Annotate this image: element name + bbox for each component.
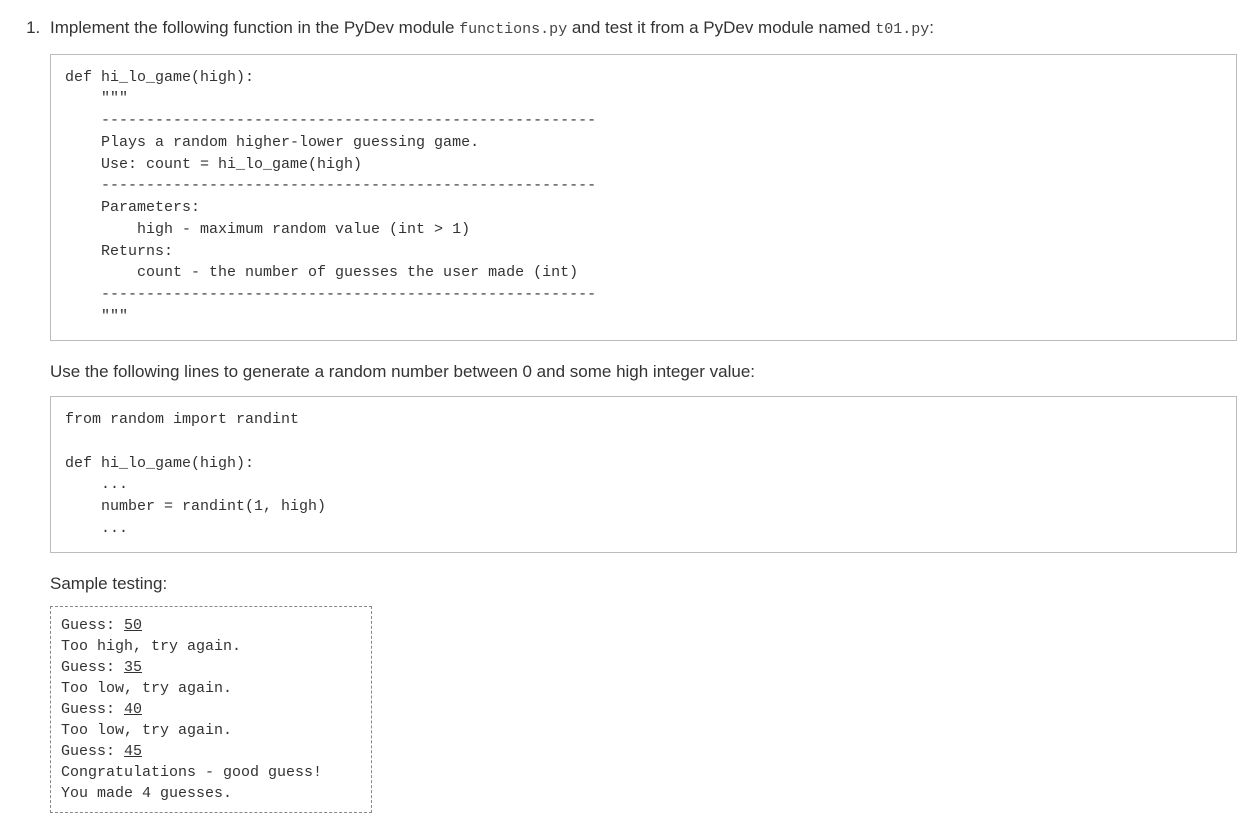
sample-output-block: Guess: 50 Too high, try again. Guess: 35… [50, 606, 372, 813]
sample-prompt: Guess: [61, 617, 124, 634]
sample-user-input: 50 [124, 617, 142, 634]
task-item-1: Implement the following function in the … [45, 15, 1237, 813]
sample-output-line: You made 4 guesses. [61, 785, 232, 802]
sample-output-line: Too low, try again. [61, 680, 232, 697]
sample-output-line: Too low, try again. [61, 722, 232, 739]
task-intro: Implement the following function in the … [50, 15, 1237, 42]
sample-prompt: Guess: [61, 659, 124, 676]
intro-suffix: : [929, 18, 934, 37]
sample-prompt: Guess: [61, 743, 124, 760]
sample-user-input: 45 [124, 743, 142, 760]
intro-mid: and test it from a PyDev module named [567, 18, 875, 37]
sample-output-line: Too high, try again. [61, 638, 241, 655]
intro-code-2: t01.py [875, 21, 929, 38]
code-block-randint: from random import randint def hi_lo_gam… [50, 396, 1237, 553]
code-block-function-doc: def hi_lo_game(high): """ --------------… [50, 54, 1237, 341]
sample-prompt: Guess: [61, 701, 124, 718]
mid-text: Use the following lines to generate a ra… [50, 359, 1237, 385]
intro-code-1: functions.py [459, 21, 567, 38]
sample-heading: Sample testing: [50, 571, 1237, 597]
intro-prefix: Implement the following function in the … [50, 18, 459, 37]
sample-output-line: Congratulations - good guess! [61, 764, 322, 781]
sample-user-input: 40 [124, 701, 142, 718]
sample-user-input: 35 [124, 659, 142, 676]
task-list: Implement the following function in the … [20, 15, 1237, 813]
